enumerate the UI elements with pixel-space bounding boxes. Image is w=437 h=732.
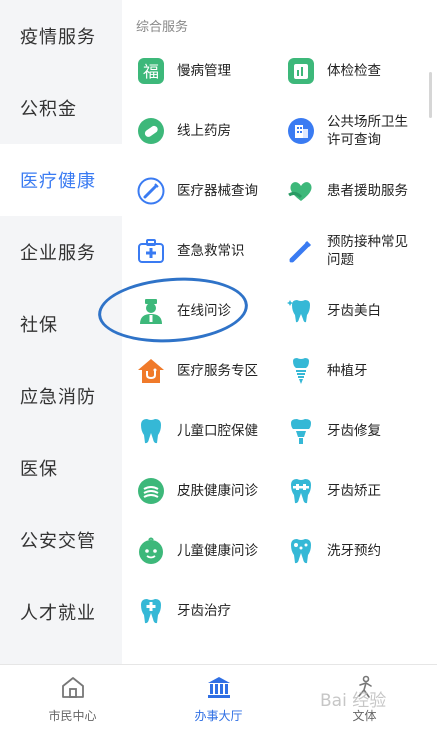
service-label: 患者援助服务 xyxy=(327,183,408,199)
service-child-health-consultation[interactable]: 儿童健康问诊 xyxy=(137,523,287,579)
service-label: 慢病管理 xyxy=(177,63,231,79)
service-label: 牙齿治疗 xyxy=(177,603,231,619)
service-label: 查急救常识 xyxy=(177,243,245,259)
service-label: 医疗服务专区 xyxy=(177,363,258,379)
tab-service-hall[interactable]: 办事大厅 xyxy=(146,665,291,732)
service-medical-device[interactable]: 医疗器械查询 xyxy=(137,163,287,219)
first-aid-kit-icon xyxy=(137,237,165,265)
tooth-clean-icon xyxy=(287,537,315,565)
service-patient-aid[interactable]: 患者援助服务 xyxy=(287,163,437,219)
tooth-sparkle-icon xyxy=(287,297,315,325)
sidebar-item-healthcare[interactable]: 医疗健康 xyxy=(0,144,122,216)
tooth-braces-icon xyxy=(287,477,315,505)
chronic-disease-icon: 福 xyxy=(137,57,165,85)
tooth-implant-icon xyxy=(287,357,315,385)
physical-exam-icon xyxy=(287,57,315,85)
sidebar-item-employment[interactable]: 人才就业 xyxy=(0,576,122,648)
service-teeth-cleaning[interactable]: 洗牙预约 xyxy=(287,523,437,579)
tab-label: 市民中心 xyxy=(48,709,97,723)
service-label: 医疗器械查询 xyxy=(177,183,258,199)
sidebar-item-label: 医疗健康 xyxy=(20,171,96,192)
service-teeth-whitening[interactable]: 牙齿美白 xyxy=(287,283,437,339)
service-chronic-disease[interactable]: 福 慢病管理 xyxy=(137,43,287,99)
home-icon xyxy=(60,675,86,703)
service-label: 在线问诊 xyxy=(177,303,231,319)
section-title: 综合服务 xyxy=(136,20,189,35)
home-stethoscope-icon xyxy=(137,357,165,385)
tab-citizen-center[interactable]: 市民中心 xyxy=(0,665,145,732)
service-label: 牙齿美白 xyxy=(327,303,381,319)
service-label: 皮肤健康问诊 xyxy=(177,483,258,499)
pill-icon xyxy=(137,117,165,145)
service-medical-zone[interactable]: 医疗服务专区 xyxy=(137,343,287,399)
tooth-treatment-icon xyxy=(137,597,165,625)
doctor-icon xyxy=(137,297,165,325)
service-panel: 综合服务 福 慢病管理 体检检查 线上药房 公共场所卫生许可查询 医疗器械查询 xyxy=(122,0,437,664)
service-label: 儿童口腔保健 xyxy=(177,423,258,439)
watermark: Bai 经验 xyxy=(320,691,387,711)
sidebar-item-label: 人才就业 xyxy=(20,603,96,624)
sidebar-item-label: 社保 xyxy=(20,315,58,336)
service-physical-exam[interactable]: 体检检查 xyxy=(287,43,437,99)
building-icon xyxy=(287,117,315,145)
service-orthodontics[interactable]: 牙齿矫正 xyxy=(287,463,437,519)
service-child-oral-care[interactable]: 儿童口腔保健 xyxy=(137,403,287,459)
service-label: 牙齿修复 xyxy=(327,423,381,439)
service-first-aid[interactable]: 查急救常识 xyxy=(137,223,287,279)
service-tooth-treatment[interactable]: 牙齿治疗 xyxy=(137,583,287,639)
sidebar-item-label: 公安交管 xyxy=(20,531,96,552)
sidebar-item-traffic[interactable]: 公安交管 xyxy=(0,504,122,576)
heart-hand-icon xyxy=(287,177,315,205)
service-dental-implant[interactable]: 种植牙 xyxy=(287,343,437,399)
sidebar-item-enterprise[interactable]: 企业服务 xyxy=(0,216,122,288)
service-label: 洗牙预约 xyxy=(327,543,381,559)
service-online-consultation[interactable]: 在线问诊 xyxy=(137,283,287,339)
service-online-pharmacy[interactable]: 线上药房 xyxy=(137,103,287,159)
service-public-hygiene-permit[interactable]: 公共场所卫生许可查询 xyxy=(287,103,437,159)
tooth-repair-icon xyxy=(287,417,315,445)
sidebar-item-label: 医保 xyxy=(20,459,58,480)
svg-text:福: 福 xyxy=(143,62,159,81)
service-tooth-repair[interactable]: 牙齿修复 xyxy=(287,403,437,459)
service-label: 线上药房 xyxy=(177,123,231,139)
tab-label: 办事大厅 xyxy=(194,709,243,723)
service-skin-consultation[interactable]: 皮肤健康问诊 xyxy=(137,463,287,519)
service-label: 牙齿矫正 xyxy=(327,483,381,499)
service-label: 公共场所卫生许可查询 xyxy=(327,114,408,148)
service-label: 儿童健康问诊 xyxy=(177,543,258,559)
service-label: 体检检查 xyxy=(327,63,381,79)
sidebar-item-label: 应急消防 xyxy=(20,387,96,408)
sidebar-item-epidemic[interactable]: 疫情服务 xyxy=(0,0,122,72)
sidebar-item-emergency[interactable]: 应急消防 xyxy=(0,360,122,432)
sidebar-item-label: 公积金 xyxy=(20,99,77,120)
category-sidebar: 疫情服务 公积金 医疗健康 企业服务 社保 应急消防 医保 公安交管 人才就业 xyxy=(0,0,122,664)
skin-icon xyxy=(137,477,165,505)
government-hall-icon xyxy=(206,675,232,703)
service-label: 预防接种常见问题 xyxy=(327,234,408,268)
vaccine-icon xyxy=(287,237,315,265)
sidebar-item-housing-fund[interactable]: 公积金 xyxy=(0,72,122,144)
tooth-icon xyxy=(137,417,165,445)
service-vaccination-faq[interactable]: 预防接种常见问题 xyxy=(287,223,437,279)
sidebar-item-label: 企业服务 xyxy=(20,243,96,264)
baby-face-icon xyxy=(137,537,165,565)
sidebar-item-social-security[interactable]: 社保 xyxy=(0,288,122,360)
syringe-icon xyxy=(137,177,165,205)
sidebar-item-medical-insurance[interactable]: 医保 xyxy=(0,432,122,504)
sidebar-item-label: 疫情服务 xyxy=(20,27,96,48)
service-label: 种植牙 xyxy=(327,363,368,379)
